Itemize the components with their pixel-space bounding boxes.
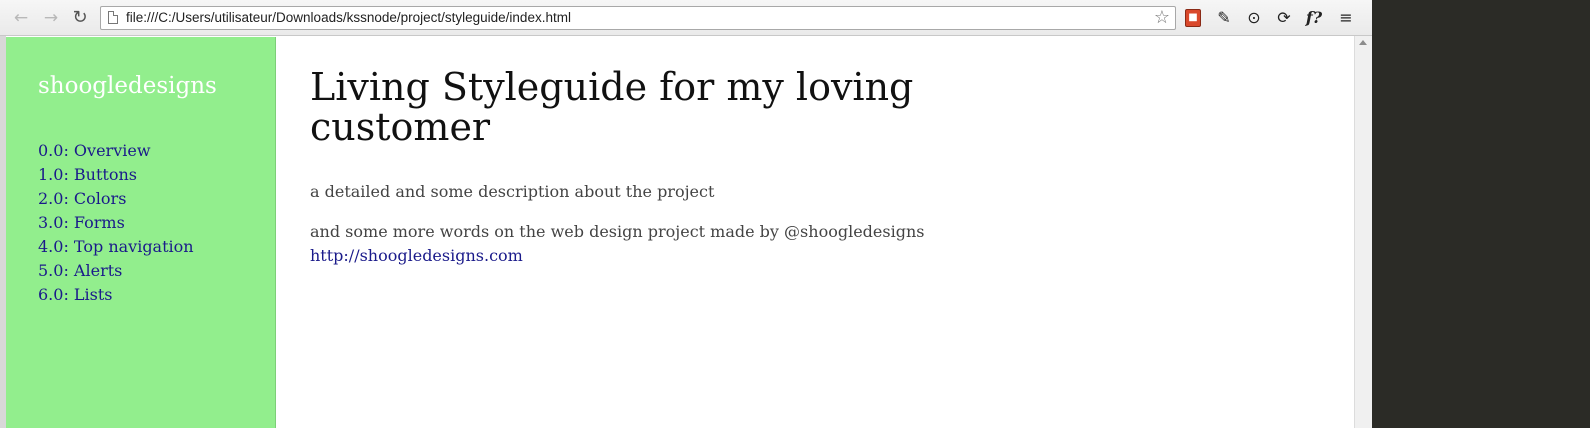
forward-icon[interactable]: → [40, 7, 62, 29]
main-content: Living Styleguide for my loving customer… [276, 37, 1354, 428]
sidebar-item-alerts[interactable]: 5.0: Alerts [38, 259, 194, 283]
browser-toolbar: ← → ↻ file:///C:/Users/utilisateur/Downl… [0, 0, 1372, 36]
vertical-scrollbar[interactable] [1354, 36, 1372, 428]
brand-title: shoogledesigns [38, 73, 217, 99]
sidebar-item-top-navigation[interactable]: 4.0: Top navigation [38, 235, 194, 259]
url-text[interactable]: file:///C:/Users/utilisateur/Downloads/k… [126, 10, 571, 25]
address-bar[interactable]: file:///C:/Users/utilisateur/Downloads/k… [100, 6, 1176, 30]
sidebar-item-buttons[interactable]: 1.0: Buttons [38, 163, 194, 187]
target-icon[interactable]: ⊙ [1244, 8, 1264, 28]
project-description: a detailed and some description about th… [310, 182, 715, 201]
sidebar: shoogledesigns 0.0: Overview 1.0: Button… [6, 37, 276, 428]
sidebar-item-lists[interactable]: 6.0: Lists [38, 283, 194, 307]
sidebar-item-forms[interactable]: 3.0: Forms [38, 211, 194, 235]
sidebar-item-colors[interactable]: 2.0: Colors [38, 187, 194, 211]
website-link[interactable]: http://shoogledesigns.com [310, 244, 523, 268]
font-query-icon[interactable]: f? [1304, 8, 1324, 28]
project-more-words: and some more words on the web design pr… [310, 222, 925, 241]
extension-bookmark-icon[interactable]: ■ [1185, 9, 1201, 27]
back-icon[interactable]: ← [10, 7, 32, 29]
bookmark-star-icon[interactable]: ☆ [1154, 8, 1170, 28]
eyedropper-icon[interactable]: ✎ [1214, 8, 1234, 28]
sidebar-menu: 0.0: Overview 1.0: Buttons 2.0: Colors 3… [38, 139, 194, 307]
sync-icon[interactable]: ⟳ [1274, 8, 1294, 28]
reload-icon[interactable]: ↻ [69, 7, 91, 29]
sidebar-item-overview[interactable]: 0.0: Overview [38, 139, 194, 163]
menu-icon[interactable]: ≡ [1336, 8, 1356, 28]
desktop-background [1372, 0, 1590, 428]
scroll-up-icon[interactable] [1359, 40, 1367, 45]
page-title: Living Styleguide for my loving customer [310, 65, 914, 149]
browser-window: ← → ↻ file:///C:/Users/utilisateur/Downl… [0, 0, 1372, 428]
file-icon [108, 11, 118, 24]
